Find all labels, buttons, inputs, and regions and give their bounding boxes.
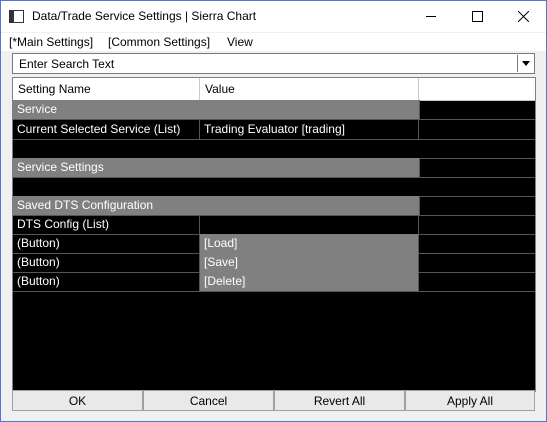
empty-cell [419,100,535,119]
section-title: Service Settings [13,158,419,177]
setting-row-current-service[interactable]: Current Selected Service (List) Trading … [13,120,535,139]
empty-cell [419,120,535,139]
blank-row [13,178,535,197]
save-button[interactable]: [Save] [200,253,419,272]
setting-value[interactable]: Trading Evaluator [trading] [200,120,419,139]
section-row-saved-dts[interactable]: Saved DTS Configuration [13,196,535,215]
setting-name: (Button) [13,253,200,272]
menu-view[interactable]: View [227,35,253,49]
minimize-button[interactable] [408,1,454,32]
empty-cell [419,196,535,215]
cancel-button[interactable]: Cancel [143,390,274,411]
close-button[interactable] [500,1,546,32]
button-row-load[interactable]: (Button) [Load] [13,234,535,253]
apply-all-button[interactable]: Apply All [405,390,535,411]
revert-all-button[interactable]: Revert All [274,390,405,411]
setting-name: DTS Config (List) [13,215,200,234]
setting-name: Current Selected Service (List) [13,120,200,139]
ok-button[interactable]: OK [12,390,143,411]
empty-cell [419,234,535,253]
empty-cell [419,158,535,177]
setting-row-dts-config[interactable]: DTS Config (List) [13,215,535,234]
close-icon [517,11,529,22]
menu-main-settings[interactable]: [*Main Settings] [9,35,93,49]
button-row-delete[interactable]: (Button) [Delete] [13,272,535,291]
setting-name: (Button) [13,234,200,253]
empty-cell [419,215,535,234]
settings-window: Data/Trade Service Settings | Sierra Cha… [0,0,547,422]
window-title: Data/Trade Service Settings | Sierra Cha… [32,9,257,23]
section-title: Service [13,100,419,119]
search-dropdown-button[interactable] [517,55,533,72]
app-icon [9,10,24,23]
load-button[interactable]: [Load] [200,234,419,253]
empty-cell [419,253,535,272]
setting-value[interactable] [200,215,419,234]
column-header-value[interactable]: Value [200,78,419,100]
search-input[interactable]: Enter Search Text [12,53,535,74]
empty-cell [419,272,535,291]
delete-button[interactable]: [Delete] [200,272,419,291]
settings-grid[interactable]: Setting Name Value Service Current Selec… [12,77,536,392]
maximize-icon [471,11,483,22]
section-row-service-settings[interactable]: Service Settings [13,158,535,177]
button-row-save[interactable]: (Button) [Save] [13,253,535,272]
blank-row [13,140,535,159]
column-header-setting-name[interactable]: Setting Name [13,78,200,100]
search-placeholder: Enter Search Text [19,57,115,71]
menu-common-settings[interactable]: [Common Settings] [108,35,210,49]
menu-bar: [*Main Settings] [Common Settings] View [1,33,546,51]
setting-name: (Button) [13,272,200,291]
title-bar[interactable]: Data/Trade Service Settings | Sierra Cha… [1,1,546,32]
section-row-service[interactable]: Service [13,100,535,119]
minimize-icon [426,16,436,17]
section-title: Saved DTS Configuration [13,196,419,215]
row-divider [13,291,535,292]
grid-header: Setting Name Value [13,78,535,101]
maximize-button[interactable] [454,1,500,32]
chevron-down-icon [521,61,530,66]
